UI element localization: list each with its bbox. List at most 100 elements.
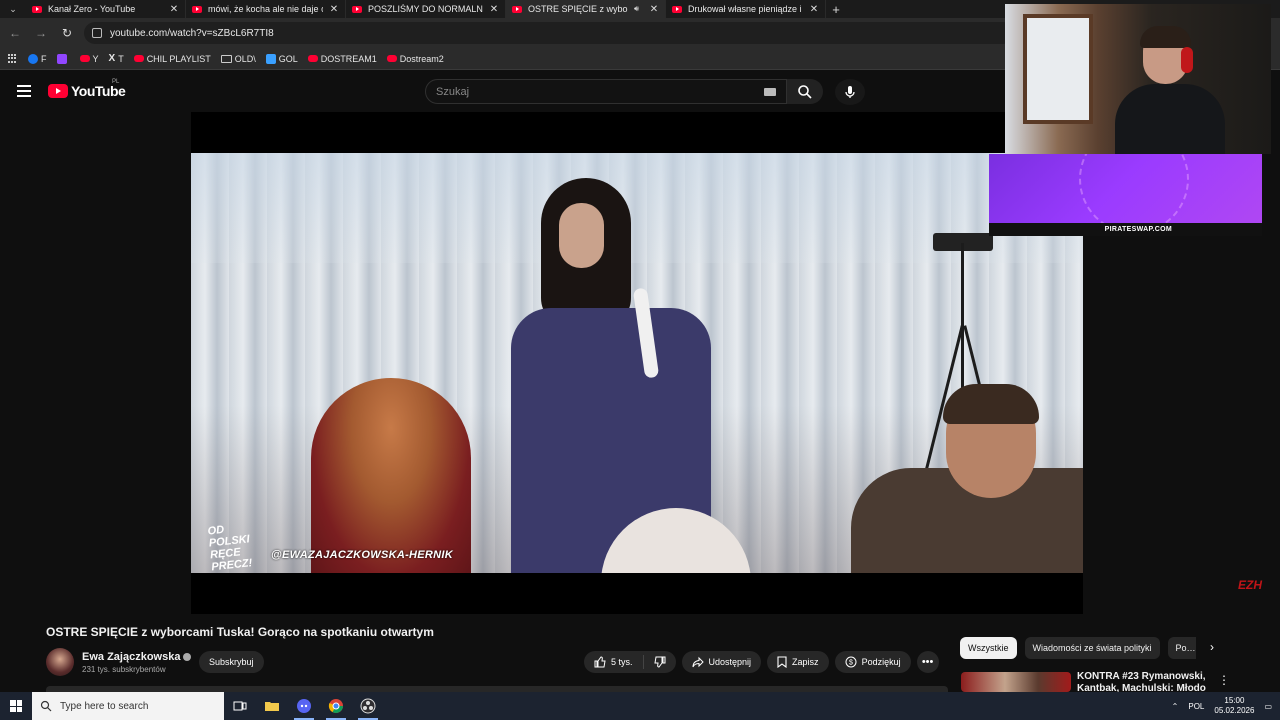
forward-arrow-icon[interactable]: →	[32, 24, 50, 42]
bookmark-facebook[interactable]: F	[28, 53, 47, 64]
channel-info: Ewa Zajączkowska 231 tys. subskrybentów	[46, 648, 192, 676]
share-button[interactable]: Udostępnij	[681, 651, 762, 673]
voice-search-button[interactable]	[835, 79, 865, 105]
more-actions-button[interactable]: •••	[916, 651, 939, 673]
browser-tab-active[interactable]: OSTRE SPIĘCIE z wyborcami… 🔊︎ ✕	[506, 0, 666, 18]
video-brand-logo: OD POLSKI RĘCE PRECZ!	[207, 523, 253, 573]
close-tab-icon[interactable]: ✕	[649, 4, 659, 15]
twitch-icon	[56, 53, 67, 64]
dislike-button[interactable]	[644, 651, 676, 673]
share-label: Udostępnij	[708, 657, 752, 667]
chevron-right-icon[interactable]: ›	[1204, 640, 1220, 656]
bookmark-label: GOL	[278, 53, 298, 64]
channel-avatar[interactable]	[46, 648, 74, 676]
bookmark-folder-old[interactable]: OLD\	[220, 53, 256, 64]
tab-search-icon[interactable]: ⌄	[0, 0, 26, 18]
country-code: PL	[112, 79, 120, 85]
start-button[interactable]	[0, 692, 32, 720]
language-indicator[interactable]: POL	[1188, 702, 1204, 711]
url-text: youtube.com/watch?v=sZBcL6R7TI8	[110, 27, 274, 39]
recommended-menu-icon[interactable]: ⋮	[1218, 673, 1230, 687]
discord-icon[interactable]	[288, 692, 320, 720]
bookmark-chil-playlist[interactable]: CHIL PLAYLIST	[133, 54, 211, 64]
obs-icon[interactable]	[352, 692, 384, 720]
taskbar-search[interactable]: Type here to search	[32, 692, 224, 720]
browser-tab[interactable]: Kanał Zero - YouTube ✕	[26, 0, 186, 18]
youtube-favicon-icon	[32, 5, 42, 13]
file-explorer-icon[interactable]	[256, 692, 288, 720]
youtube-icon	[133, 55, 144, 62]
video-frame[interactable]: OD POLSKI RĘCE PRECZ! @EWAZAJACZKOWSKA-H…	[191, 153, 1083, 573]
thanks-label: Podziękuj	[861, 657, 901, 667]
search-icon	[40, 700, 52, 712]
bookmark-x[interactable]: XT	[109, 53, 124, 64]
bookmark-youtube[interactable]: Y	[79, 54, 99, 64]
bookmark-label: OLD\	[234, 53, 256, 64]
share-icon	[692, 656, 704, 668]
close-tab-icon[interactable]: ✕	[809, 4, 819, 15]
gol-icon	[265, 53, 276, 64]
youtube-logo[interactable]: YouTube PL	[48, 79, 126, 99]
subscribe-button[interactable]: Subskrybuj	[199, 651, 264, 673]
browser-tab[interactable]: mówi, że kocha ale nie daje odp… ✕	[186, 0, 346, 18]
clock[interactable]: 15:00 05.02.2026	[1214, 696, 1254, 716]
like-button[interactable]: 5 tys.	[584, 651, 643, 673]
bookmark-icon	[777, 656, 787, 668]
streamer-webcam	[1005, 4, 1271, 154]
bookmark-label: F	[41, 53, 47, 64]
youtube-icon	[386, 55, 397, 62]
youtube-play-icon	[48, 84, 68, 98]
address-bar[interactable]: youtube.com/watch?v=sZBcL6R7TI8	[84, 22, 1014, 44]
webcam-window	[1023, 14, 1093, 124]
chip-politics-news[interactable]: Wiadomości ze świata polityki	[1024, 637, 1160, 659]
tab-title: Kanał Zero - YouTube	[48, 4, 136, 14]
browser-tab[interactable]: POSZLIŚMY DO NORMALNEJ P… ✕	[346, 0, 506, 18]
reload-icon[interactable]: ↻	[58, 24, 76, 42]
sponsor-url: PIRATESWAP.COM	[989, 223, 1262, 236]
close-tab-icon[interactable]: ✕	[329, 4, 339, 15]
thanks-button[interactable]: $ Podziękuj	[834, 651, 911, 673]
thanks-dollar-icon: $	[845, 656, 857, 668]
bookmark-dostream2[interactable]: Dostream2	[386, 54, 444, 64]
search-input[interactable]: Szukaj	[425, 79, 787, 104]
tab-title: Drukował własne pieniądze i ży…	[688, 4, 803, 14]
channel-name[interactable]: Ewa Zajączkowska	[82, 651, 180, 663]
recommended-thumbnail[interactable]	[961, 672, 1071, 692]
tray-chevron-up-icon[interactable]: ⌃	[1172, 702, 1179, 711]
apps-grid-icon[interactable]	[8, 53, 18, 64]
menu-hamburger-icon[interactable]	[17, 85, 31, 97]
chip-all[interactable]: Wszystkie	[960, 637, 1017, 659]
chip-more[interactable]: Po…	[1167, 637, 1196, 659]
bookmark-gol[interactable]: GOL	[265, 53, 298, 64]
related-chips: Wszystkie Wiadomości ze świata polityki …	[960, 637, 1196, 659]
youtube-icon	[307, 55, 318, 62]
like-dislike-group: 5 tys.	[584, 651, 676, 673]
close-tab-icon[interactable]: ✕	[169, 4, 179, 15]
search-button[interactable]	[787, 79, 823, 104]
close-tab-icon[interactable]: ✕	[489, 4, 499, 15]
facebook-icon	[28, 53, 38, 64]
youtube-icon	[79, 55, 90, 62]
save-button[interactable]: Zapisz	[767, 651, 829, 673]
chrome-icon[interactable]	[320, 692, 352, 720]
bookmark-dostream1[interactable]: DOSTREAM1	[307, 53, 377, 64]
new-tab-button[interactable]: +	[826, 2, 846, 17]
bookmark-label: DOSTREAM1	[320, 53, 377, 64]
verified-icon	[183, 652, 192, 661]
task-view-icon[interactable]	[224, 692, 256, 720]
tab-title: POSZLIŚMY DO NORMALNEJ P…	[368, 4, 483, 14]
site-info-icon[interactable]	[92, 28, 102, 38]
back-arrow-icon[interactable]: ←	[6, 24, 24, 42]
windows-logo-icon	[10, 700, 22, 712]
subscriber-count: 231 tys. subskrybentów	[82, 664, 166, 674]
logo-text: YouTube	[71, 83, 126, 99]
notification-icon[interactable]: ▭	[1264, 702, 1272, 711]
search-icon	[798, 84, 812, 99]
keyboard-icon[interactable]	[764, 88, 776, 96]
like-count: 5 tys.	[611, 657, 633, 667]
channel-name-row[interactable]: Ewa Zajączkowska	[82, 651, 192, 663]
bookmark-twitch[interactable]	[56, 53, 70, 64]
youtube-favicon-icon	[192, 5, 202, 13]
speaker-icon[interactable]: 🔊︎	[634, 4, 639, 14]
browser-tab[interactable]: Drukował własne pieniądze i ży… ✕	[666, 0, 826, 18]
